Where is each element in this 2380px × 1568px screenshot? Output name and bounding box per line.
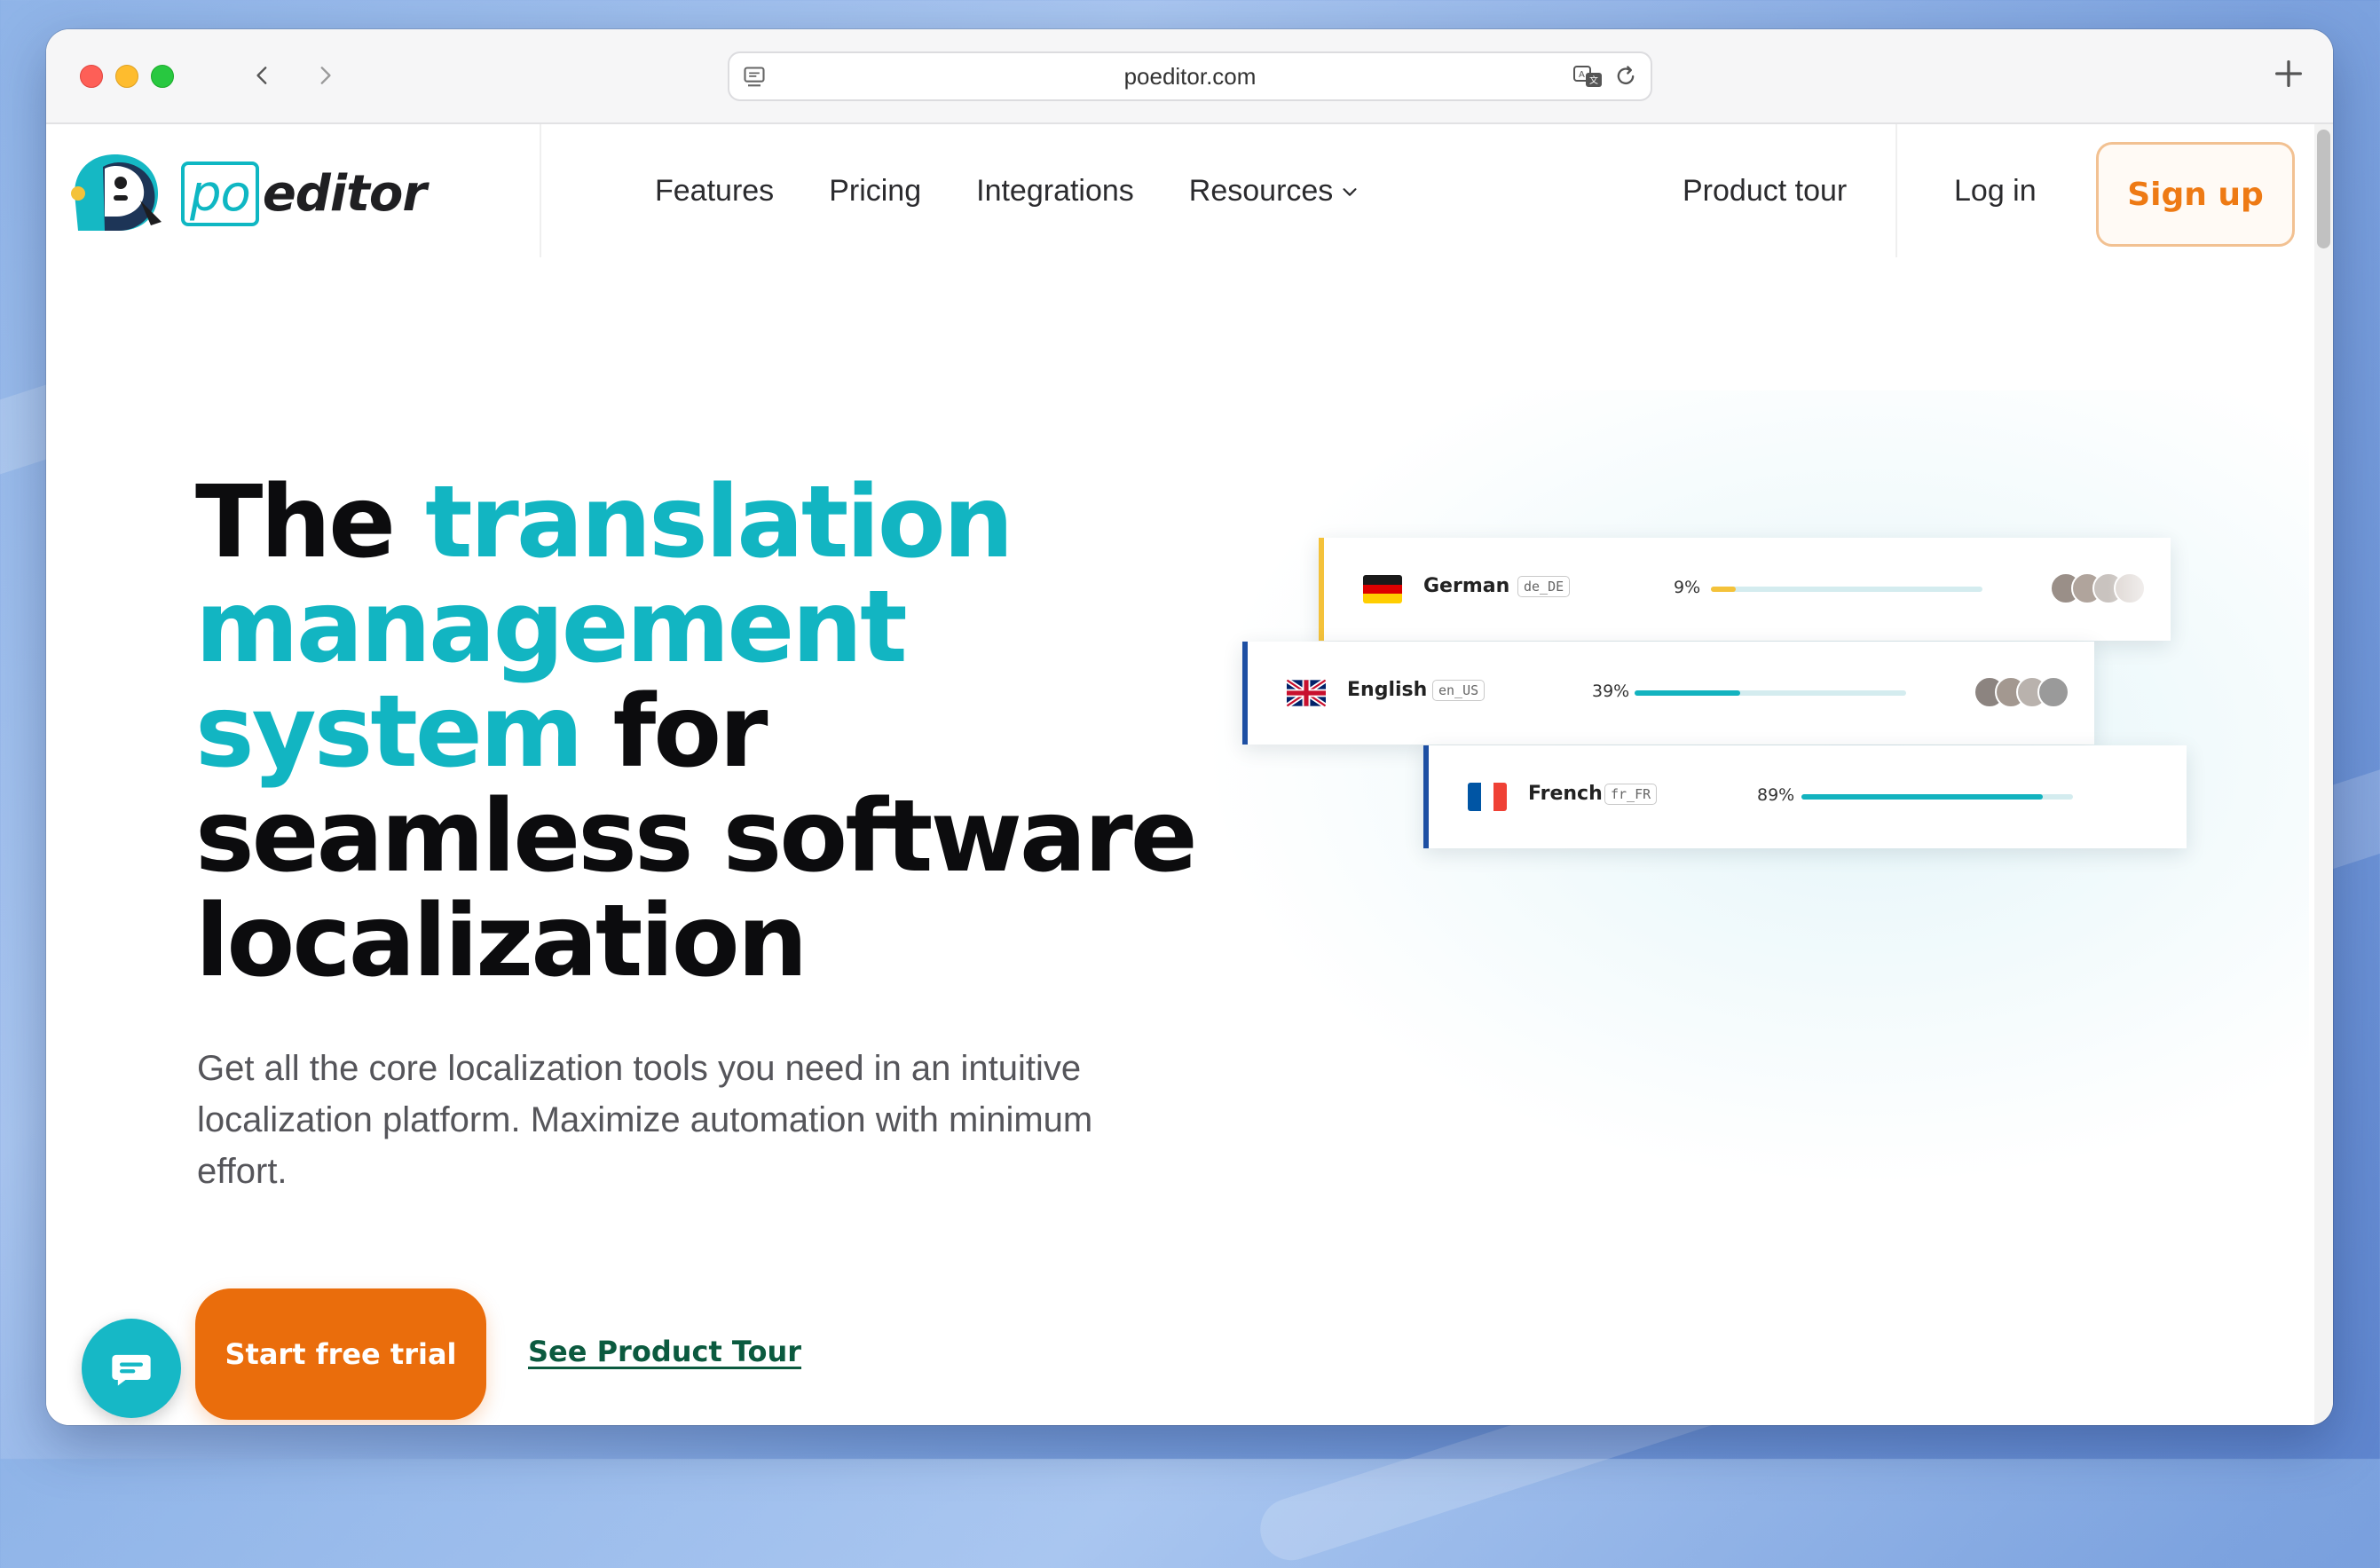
chevron-left-icon xyxy=(256,67,267,84)
nav-integrations[interactable]: Integrations xyxy=(976,174,1134,209)
login-link[interactable]: Log in xyxy=(1954,174,2037,209)
minimize-window-button[interactable] xyxy=(115,65,138,88)
new-tab-icon[interactable] xyxy=(2271,56,2306,91)
card-fade xyxy=(2108,538,2171,641)
nav-resources-label: Resources xyxy=(1188,174,1334,208)
browser-window: poeditor.com A 文 po editor Features Pric… xyxy=(46,29,2333,1425)
poeditor-logo[interactable]: po editor xyxy=(66,151,427,236)
language-code: fr_FR xyxy=(1604,784,1658,805)
progress-fill xyxy=(1635,690,1741,696)
language-name: French xyxy=(1528,783,1603,805)
language-name: English xyxy=(1347,679,1428,701)
language-card-german: German de_DE 9% xyxy=(1319,538,2171,641)
card-fade xyxy=(2124,745,2187,848)
progress-track xyxy=(1711,587,1982,592)
address-bar[interactable]: poeditor.com A 文 xyxy=(728,51,1652,101)
chat-widget-button[interactable] xyxy=(82,1319,181,1418)
germany-flag-icon xyxy=(1363,575,1402,603)
chevron-down-icon xyxy=(1343,187,1357,196)
close-window-button[interactable] xyxy=(80,65,103,88)
signup-button[interactable]: Sign up xyxy=(2096,142,2295,247)
chevron-right-icon xyxy=(320,67,331,84)
svg-text:文: 文 xyxy=(1589,75,1598,86)
parrot-logo-icon xyxy=(71,154,162,231)
hero-subtitle: Get all the core localization tools you … xyxy=(197,1049,1093,1191)
translate-icon[interactable]: A 文 xyxy=(1572,64,1604,91)
web-page: po editor Features Pricing Integrations … xyxy=(46,124,2314,1425)
nav-resources[interactable]: Resources xyxy=(1189,174,1360,209)
logo-wordmark: po editor xyxy=(181,161,427,226)
back-button[interactable] xyxy=(243,56,282,95)
forward-button[interactable] xyxy=(305,56,344,95)
header-divider xyxy=(540,124,541,257)
svg-text:A: A xyxy=(1579,70,1585,80)
logo-po: po xyxy=(181,161,259,226)
progress-fill xyxy=(1711,587,1736,592)
see-product-tour-link[interactable]: See Product Tour xyxy=(528,1335,801,1368)
start-free-trial-button[interactable]: Start free trial xyxy=(195,1288,486,1420)
page-scrollbar[interactable] xyxy=(2314,124,2333,1425)
logo-editor: editor xyxy=(262,164,427,223)
header-divider xyxy=(1895,124,1897,257)
reload-icon[interactable] xyxy=(1613,64,1638,89)
progress-track xyxy=(1801,794,2073,800)
main-nav: Features Pricing Integrations Resources xyxy=(655,174,1359,209)
language-code: en_US xyxy=(1432,680,1486,701)
france-flag-icon xyxy=(1468,783,1507,811)
site-header: po editor Features Pricing Integrations … xyxy=(46,124,2314,266)
nav-features[interactable]: Features xyxy=(655,174,774,209)
chat-bubble-icon xyxy=(112,1354,151,1386)
product-tour-link[interactable]: Product tour xyxy=(1683,174,1847,209)
nav-pricing[interactable]: Pricing xyxy=(829,174,921,209)
zoom-window-button[interactable] xyxy=(151,65,174,88)
avatar xyxy=(2037,676,2069,708)
hero-title-part1: The xyxy=(195,465,426,580)
language-name: German xyxy=(1423,575,1510,597)
url-text: poeditor.com xyxy=(1123,63,1257,90)
progress-track xyxy=(1635,690,1906,696)
scrollbar-thumb[interactable] xyxy=(2317,130,2330,248)
language-code: de_DE xyxy=(1517,576,1571,597)
browser-toolbar: poeditor.com A 文 xyxy=(46,29,2333,124)
contributor-avatars xyxy=(1974,676,2069,708)
language-card-french: French fr_FR 89% xyxy=(1423,745,2187,848)
progress-percent: 39% xyxy=(1592,682,1630,701)
language-card-english: English en_US 39% xyxy=(1242,642,2094,745)
hero-title: The translation management system for se… xyxy=(195,470,1260,994)
progress-fill xyxy=(1801,794,2044,800)
progress-percent: 9% xyxy=(1674,578,1701,597)
progress-percent: 89% xyxy=(1757,785,1795,805)
uk-flag-icon xyxy=(1287,679,1326,707)
